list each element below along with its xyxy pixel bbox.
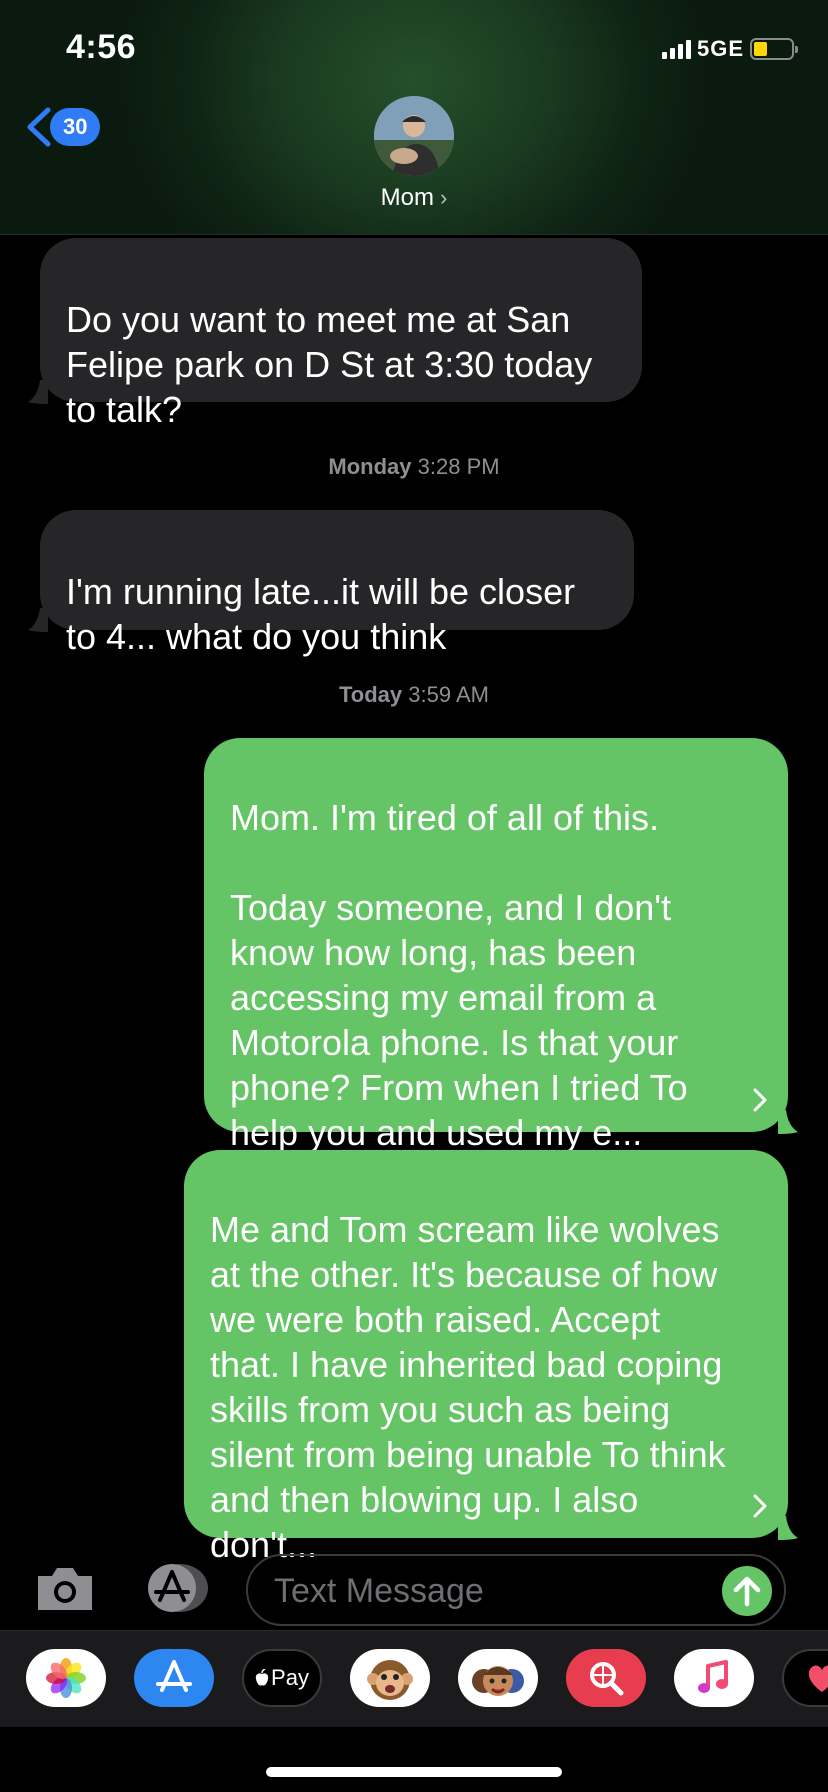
unread-count-badge: 30 bbox=[50, 108, 101, 146]
send-button[interactable] bbox=[722, 1566, 772, 1616]
sent-message[interactable]: Mom. I'm tired of all of this. Today som… bbox=[204, 738, 788, 1153]
status-indicators: 5GE bbox=[661, 36, 798, 62]
app-store-icon[interactable] bbox=[134, 1649, 214, 1707]
photos-icon[interactable] bbox=[26, 1649, 106, 1707]
network-label: 5GE bbox=[696, 36, 744, 61]
apple-pay-label: Pay bbox=[271, 1665, 309, 1690]
status-time: 4:56 bbox=[66, 28, 137, 66]
chevron-right-icon[interactable] bbox=[752, 1492, 768, 1520]
conversation-header: 4:56 5GE 30 Mom › bbox=[0, 0, 828, 235]
chevron-right-icon[interactable] bbox=[752, 1086, 768, 1114]
imessage-app-tray: Pay bbox=[0, 1630, 828, 1727]
contact-name-button[interactable]: Mom › bbox=[0, 184, 828, 212]
avatar-photo bbox=[374, 96, 454, 176]
bubble-tail bbox=[28, 380, 48, 404]
apple-logo-icon bbox=[255, 1669, 269, 1686]
signal-icon bbox=[661, 39, 691, 59]
contact-name: Mom bbox=[380, 184, 434, 211]
message-text: Do you want to meet me at San Felipe par… bbox=[66, 299, 593, 430]
sent-message[interactable]: Me and Tom scream like wolves at the oth… bbox=[184, 1150, 788, 1565]
message-composer: Text Message bbox=[0, 1540, 828, 1636]
input-placeholder: Text Message bbox=[274, 1572, 484, 1610]
bubble-tail bbox=[778, 1110, 798, 1134]
received-message[interactable]: I'm running late...it will be closer to … bbox=[40, 510, 634, 657]
camera-icon[interactable] bbox=[34, 1564, 96, 1614]
animoji-icon[interactable] bbox=[350, 1649, 430, 1707]
chevron-right-icon: › bbox=[440, 185, 448, 210]
timestamp-time: 3:59 AM bbox=[408, 682, 489, 707]
music-icon[interactable] bbox=[674, 1649, 754, 1707]
message-text: Me and Tom scream like wolves at the oth… bbox=[210, 1209, 726, 1565]
contact-avatar[interactable] bbox=[374, 96, 454, 176]
home-indicator[interactable] bbox=[266, 1767, 562, 1777]
message-text: I'm running late...it will be closer to … bbox=[66, 571, 576, 657]
images-search-icon[interactable] bbox=[566, 1649, 646, 1707]
bubble-tail bbox=[28, 608, 48, 632]
message-text: Mom. I'm tired of all of this. Today som… bbox=[230, 797, 688, 1153]
apple-pay-icon[interactable]: Pay bbox=[242, 1649, 322, 1707]
timestamp: Today 3:59 AM bbox=[0, 682, 828, 708]
text-message-input[interactable]: Text Message bbox=[246, 1554, 786, 1626]
timestamp-day: Monday bbox=[328, 454, 412, 479]
timestamp: Monday 3:28 PM bbox=[0, 454, 828, 480]
memoji-icon[interactable] bbox=[458, 1649, 538, 1707]
received-message[interactable]: Do you want to meet me at San Felipe par… bbox=[40, 238, 642, 430]
battery-icon bbox=[750, 38, 798, 60]
digital-touch-icon[interactable] bbox=[782, 1649, 828, 1707]
bubble-tail bbox=[778, 1516, 798, 1540]
timestamp-day: Today bbox=[339, 682, 403, 707]
arrow-up-icon bbox=[733, 1576, 761, 1607]
timestamp-time: 3:28 PM bbox=[417, 454, 500, 479]
app-store-toggle-icon[interactable] bbox=[140, 1562, 212, 1614]
back-button[interactable]: 30 bbox=[24, 106, 101, 148]
